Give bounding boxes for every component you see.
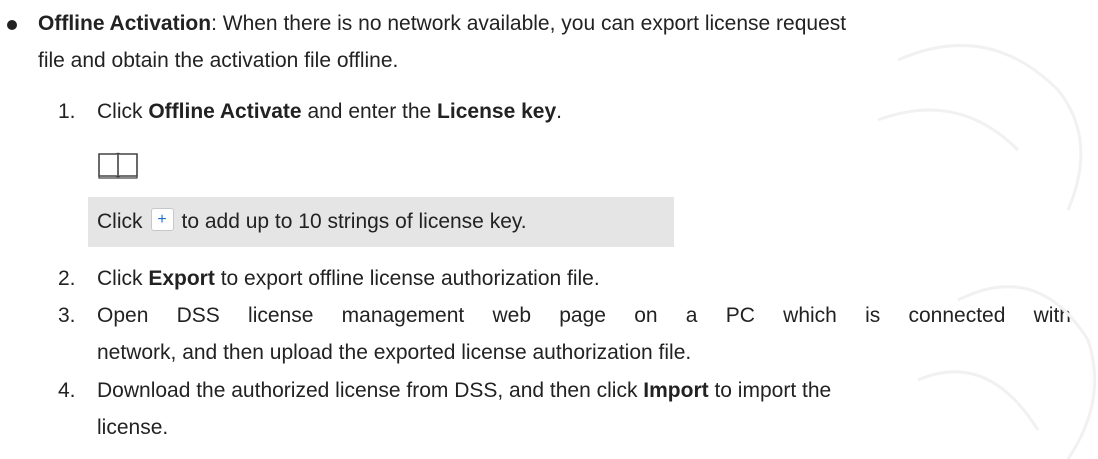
note-text: Click + to add up to 10 strings of license… bbox=[97, 207, 527, 235]
step-1-text: Click Offline Activate and enter the Lic… bbox=[97, 99, 562, 125]
step-4-post: to import the bbox=[708, 379, 832, 402]
license-key-label: License key bbox=[437, 100, 557, 123]
book-icon bbox=[98, 152, 138, 179]
offline-activate-label: Offline Activate bbox=[148, 100, 302, 123]
note-post: to add up to 10 strings of license key. bbox=[181, 210, 527, 233]
bullet-line-2: file and obtain the activation file offl… bbox=[38, 49, 399, 72]
step-3-number: 3. bbox=[58, 304, 76, 327]
note-box: Click + to add up to 10 strings of license… bbox=[88, 197, 674, 247]
step-4-number: 4. bbox=[58, 379, 76, 402]
watermark-graphic bbox=[877, 43, 1097, 459]
step-4-pre: Download the authorized license from DSS… bbox=[97, 379, 644, 402]
step-4-line-2: license. bbox=[97, 416, 169, 439]
import-label: Import bbox=[643, 379, 709, 402]
step-1-number: 1. bbox=[58, 100, 76, 123]
step-1-post: . bbox=[556, 100, 562, 123]
step-4-line-1: Download the authorized license from DSS… bbox=[97, 378, 831, 404]
bullet-dot-icon bbox=[7, 20, 17, 30]
add-plus-icon: + bbox=[150, 207, 174, 231]
offline-activation-title: Offline Activation bbox=[38, 12, 212, 35]
step-1-mid: and enter the bbox=[301, 100, 438, 123]
note-pre: Click bbox=[97, 210, 143, 233]
step-2-pre: Click bbox=[97, 267, 149, 290]
export-label: Export bbox=[148, 267, 215, 290]
step-2-post: to export offline license authorization … bbox=[214, 267, 600, 290]
step-1-pre: Click bbox=[97, 100, 149, 123]
step-2-text: Click Export to export offline license a… bbox=[97, 266, 600, 292]
step-3-line-2: network, and then upload the exported li… bbox=[97, 341, 692, 364]
step-2-number: 2. bbox=[58, 267, 76, 290]
bullet-text: : When there is no network available, yo… bbox=[211, 12, 847, 35]
bullet-line-1: Offline Activation: When there is no net… bbox=[38, 11, 846, 37]
